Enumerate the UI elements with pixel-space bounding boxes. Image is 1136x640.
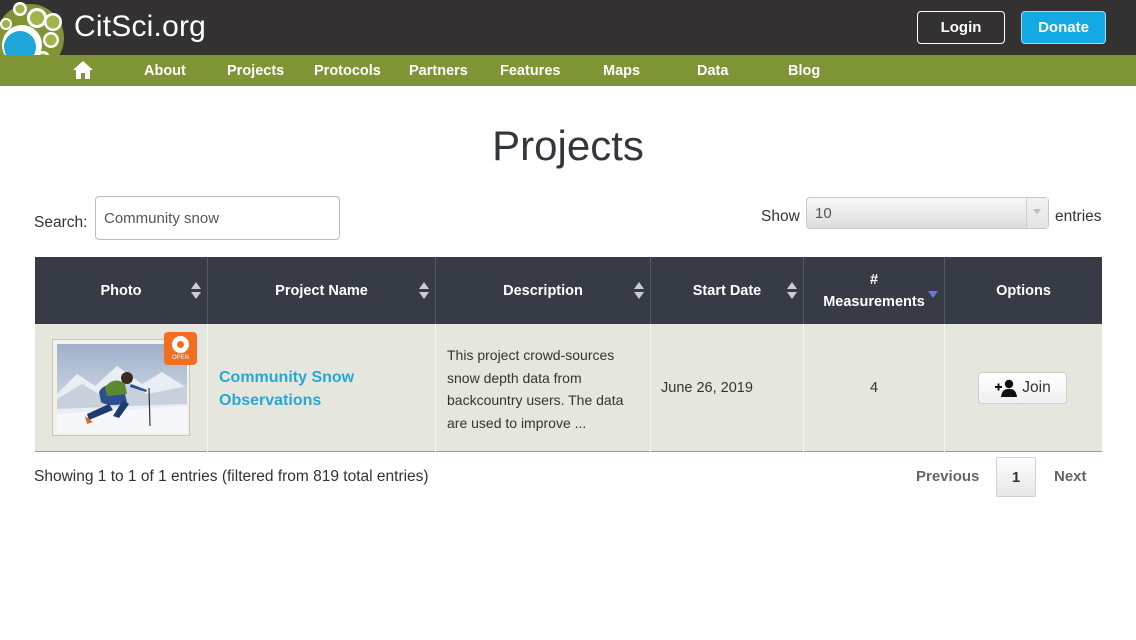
page-title: Projects [492,122,644,169]
sort-both-icon [191,281,201,301]
description-line: are used to improve ... [447,414,587,431]
table-info: Showing 1 to 1 of 1 entries (filtered fr… [34,468,429,485]
table-row: OPEN Community Snow Observations This pr… [35,324,1102,452]
entries-per-page-value: 10 [815,205,832,222]
join-button-label: Join [1022,379,1051,396]
join-button[interactable]: Join [978,372,1067,404]
column-header-options: Options [945,257,1102,324]
cell-start-date: June 26, 2019 [651,324,804,452]
search-label: Search: [34,214,88,231]
nav-projects[interactable]: Projects [227,63,284,79]
column-header-start-date[interactable]: Start Date [651,257,804,324]
entries-label: entries [1055,208,1102,225]
column-header-label-line2: Measurements [823,293,925,310]
nav-blog[interactable]: Blog [788,63,820,79]
open-badge: OPEN [164,332,197,365]
add-user-icon [995,379,1018,397]
next-page-button[interactable]: Next [1054,468,1087,485]
start-date: June 26, 2019 [661,380,753,396]
page-number-button[interactable]: 1 [996,457,1036,497]
column-header-label: Options [996,282,1051,299]
donate-button[interactable]: Donate [1021,11,1106,44]
sort-desc-icon [928,291,938,298]
sort-both-icon [634,281,644,301]
column-header-label: Start Date [692,282,762,299]
cell-photo: OPEN [35,324,208,452]
nav-about[interactable]: About [144,63,186,79]
column-header-label: Project Name [275,282,368,299]
cell-description: This project crowd-sources snow depth da… [436,324,651,452]
cell-measurements: 4 [804,324,945,452]
project-name-line1: Community Snow [219,369,355,386]
home-icon[interactable] [72,59,94,81]
entries-per-page-select[interactable]: 10 [806,197,1049,229]
cell-project-name: Community Snow Observations [208,324,436,452]
cell-options: Join [945,324,1102,452]
select-arrow [1026,198,1048,228]
nav-maps[interactable]: Maps [603,63,640,79]
project-name-line2: Observations [219,392,322,409]
project-name-link[interactable]: Community Snow Observations [219,366,429,412]
show-label: Show [761,208,800,225]
nav-features[interactable]: Features [500,63,560,79]
login-button[interactable]: Login [917,11,1005,44]
nav-data[interactable]: Data [697,63,728,79]
column-header-photo[interactable]: Photo [35,257,208,324]
sort-both-icon [787,281,797,301]
column-header-project-name[interactable]: Project Name [208,257,436,324]
search-input[interactable] [95,196,340,240]
nav-protocols[interactable]: Protocols [314,63,381,79]
column-header-description[interactable]: Description [436,257,651,324]
description-line: snow depth data from [447,369,582,386]
description-line: This project crowd-sources [447,347,615,363]
column-header-label: Description [503,282,583,299]
open-project-icon [172,336,189,353]
chevron-down-icon [1033,209,1041,214]
site-brand[interactable]: CitSci.org [74,10,206,44]
column-header-label: Photo [100,282,142,299]
open-badge-label: OPEN [171,355,189,361]
project-description: This project crowd-sources snow depth da… [447,344,647,434]
nav-partners[interactable]: Partners [409,63,468,79]
measurements-count: 4 [869,380,879,396]
sort-both-icon [419,281,429,301]
column-header-label-line1: # [869,271,879,288]
column-header-measurements[interactable]: # Measurements [804,257,945,324]
main-nav: About Projects Protocols Partners Featur… [0,55,1136,86]
table-header: Photo Project Name Description Start Dat… [35,257,1102,324]
previous-page-button[interactable]: Previous [916,468,979,485]
description-line: backcountry users. The data [447,392,624,408]
top-bar: CitSci.org Login Donate [0,0,1136,72]
